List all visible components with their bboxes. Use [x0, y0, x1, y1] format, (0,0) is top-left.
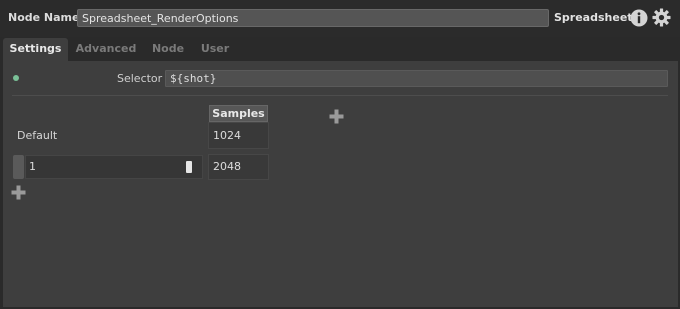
selector-input[interactable]: ${shot}	[165, 70, 668, 87]
column-header-samples[interactable]: Samples	[209, 105, 268, 122]
node-name-label: Node Name	[8, 11, 80, 24]
row-drag-handle[interactable]	[13, 155, 24, 179]
info-icon[interactable]	[630, 9, 648, 27]
divider	[12, 95, 668, 96]
gear-icon[interactable]	[652, 8, 671, 27]
status-indicator	[13, 75, 19, 81]
plus-icon	[11, 185, 26, 200]
row-samples-cell[interactable]: 2048	[208, 154, 269, 180]
node-type-label: Spreadsheet	[554, 11, 633, 24]
row-name-field[interactable]: 1	[25, 155, 203, 179]
selector-label: Selector	[117, 72, 163, 85]
tab-settings[interactable]: Settings	[3, 38, 68, 61]
row-enable-toggle[interactable]	[186, 161, 192, 173]
default-row-label: Default	[17, 129, 58, 142]
settings-panel	[3, 61, 678, 307]
tab-user[interactable]: User	[196, 38, 234, 61]
tab-node[interactable]: Node	[148, 38, 188, 61]
node-name-field[interactable]: Spreadsheet_RenderOptions	[77, 9, 549, 27]
default-samples-cell[interactable]: 1024	[208, 122, 269, 149]
add-row-button[interactable]	[11, 185, 26, 200]
tab-advanced[interactable]: Advanced	[72, 38, 140, 61]
plus-icon	[329, 109, 344, 124]
add-column-button[interactable]	[329, 109, 344, 124]
